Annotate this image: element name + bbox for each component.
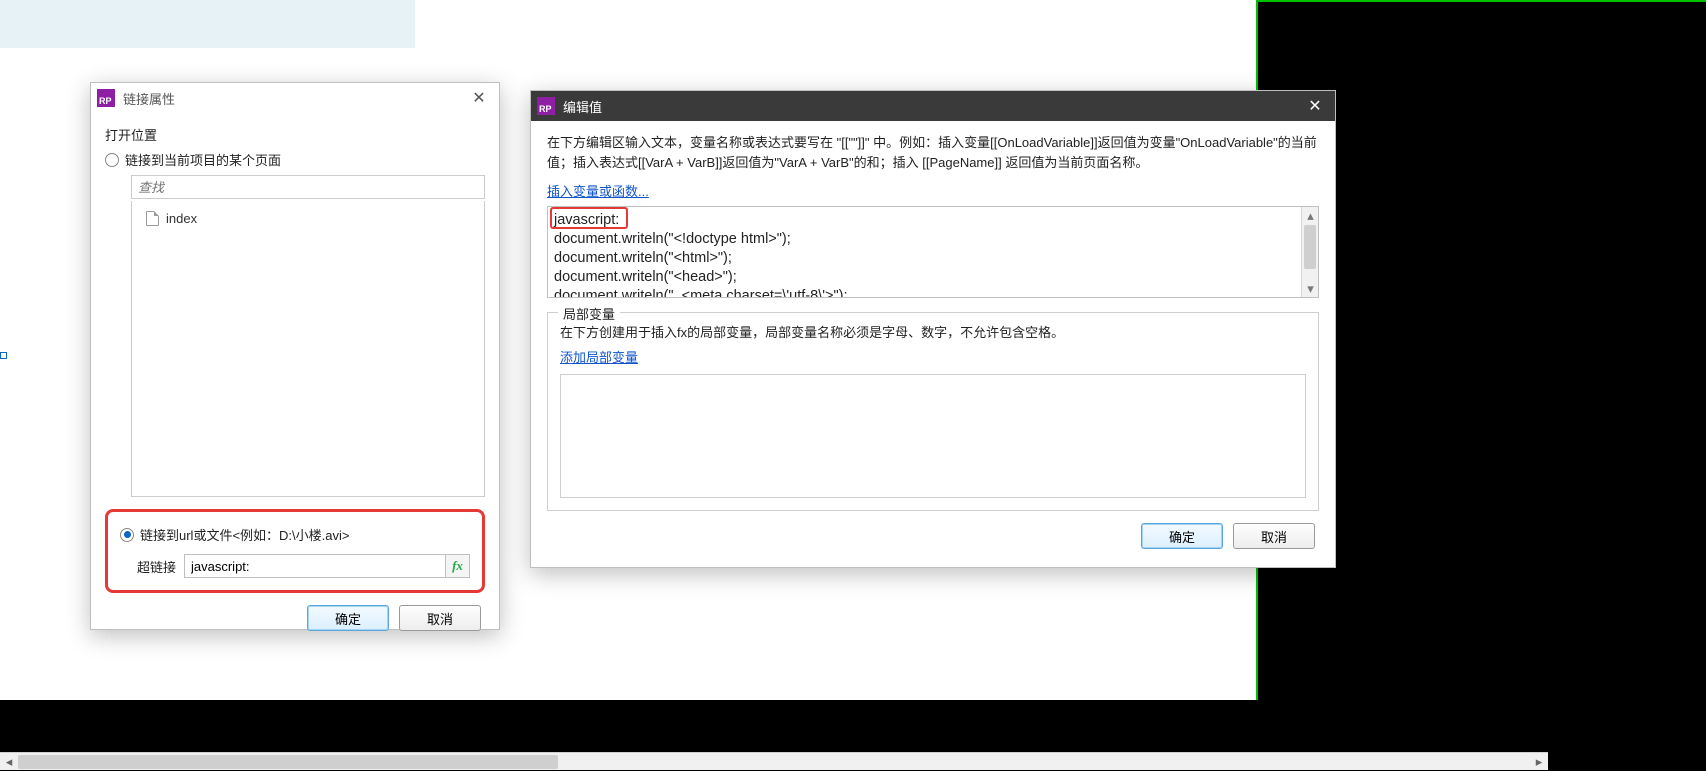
open-location-label: 打开位置 [105, 125, 485, 144]
horizontal-scrollbar[interactable]: ◂ ▸ [0, 752, 1548, 770]
locals-help-text: 在下方创建用于插入fx的局部变量，局部变量名称必须是字母、数字，不允许包含空格。 [560, 323, 1306, 343]
hyperlink-input[interactable] [185, 555, 445, 577]
radio-icon [120, 528, 134, 542]
expression-editor[interactable]: javascript: document.writeln("<!doctype … [547, 206, 1319, 298]
link-dialog-titlebar[interactable]: RP 链接属性 ✕ [91, 83, 499, 113]
hyperlink-input-wrap: fx [184, 554, 470, 578]
insert-var-link[interactable]: 插入变量或函数... [547, 181, 649, 200]
guide-line [1258, 0, 1706, 2]
edit-dialog-titlebar[interactable]: RP 编辑值 ✕ [531, 91, 1335, 121]
scroll-left-icon[interactable]: ◂ [0, 753, 18, 771]
tree-item-index[interactable]: index [140, 207, 476, 230]
radio-project-page[interactable]: 链接到当前项目的某个页面 [105, 150, 485, 169]
radio-url-file-label: 链接到url或文件<例如：D:\小楼.avi> [140, 525, 349, 544]
expression-textarea[interactable]: javascript: document.writeln("<!doctype … [548, 207, 1300, 297]
scroll-thumb[interactable] [1304, 225, 1316, 269]
edit-value-dialog: RP 编辑值 ✕ 在下方编辑区输入文本，变量名称或表达式要写在 "[[""]]"… [530, 90, 1336, 568]
local-vars-list[interactable] [560, 374, 1306, 498]
radio-icon [105, 153, 119, 167]
rp-app-icon: RP [537, 97, 555, 115]
add-local-var-link[interactable]: 添加局部变量 [560, 347, 638, 366]
cancel-button[interactable]: 取消 [1233, 523, 1315, 549]
local-vars-legend: 局部变量 [558, 304, 620, 323]
tree-item-label: index [166, 211, 197, 226]
close-icon[interactable]: ✕ [1301, 95, 1329, 117]
close-icon[interactable]: ✕ [465, 87, 493, 109]
scroll-down-icon[interactable]: ▾ [1302, 280, 1319, 297]
cancel-button[interactable]: 取消 [399, 605, 481, 631]
scroll-up-icon[interactable]: ▴ [1302, 207, 1319, 224]
scroll-thumb[interactable] [18, 755, 558, 769]
edit-dialog-title: 编辑值 [563, 97, 1301, 116]
local-vars-fieldset: 局部变量 在下方创建用于插入fx的局部变量，局部变量名称必须是字母、数字，不允许… [547, 312, 1319, 511]
fx-button[interactable]: fx [445, 555, 469, 577]
link-properties-dialog: RP 链接属性 ✕ 打开位置 链接到当前项目的某个页面 index 链接到url… [90, 82, 500, 630]
radio-url-file[interactable]: 链接到url或文件<例如：D:\小楼.avi> [120, 525, 470, 544]
rp-app-icon: RP [97, 89, 115, 107]
radio-project-page-label: 链接到当前项目的某个页面 [125, 150, 281, 169]
edit-help-text: 在下方编辑区输入文本，变量名称或表达式要写在 "[[""]]" 中。例如：插入变… [547, 133, 1319, 173]
page-tree[interactable]: index [131, 201, 485, 497]
selection-handle[interactable] [0, 352, 7, 359]
scroll-right-icon[interactable]: ▸ [1530, 753, 1548, 771]
ok-button[interactable]: 确定 [1141, 523, 1223, 549]
url-section-highlight: 链接到url或文件<例如：D:\小楼.avi> 超链接 fx [105, 509, 485, 593]
hyperlink-label: 超链接 [120, 557, 176, 576]
page-search-box[interactable] [131, 175, 485, 199]
page-icon [146, 211, 159, 226]
link-dialog-title: 链接属性 [123, 89, 465, 108]
page-search-input[interactable] [138, 180, 478, 195]
ok-button[interactable]: 确定 [307, 605, 389, 631]
editor-scrollbar[interactable]: ▴ ▾ [1301, 207, 1318, 297]
